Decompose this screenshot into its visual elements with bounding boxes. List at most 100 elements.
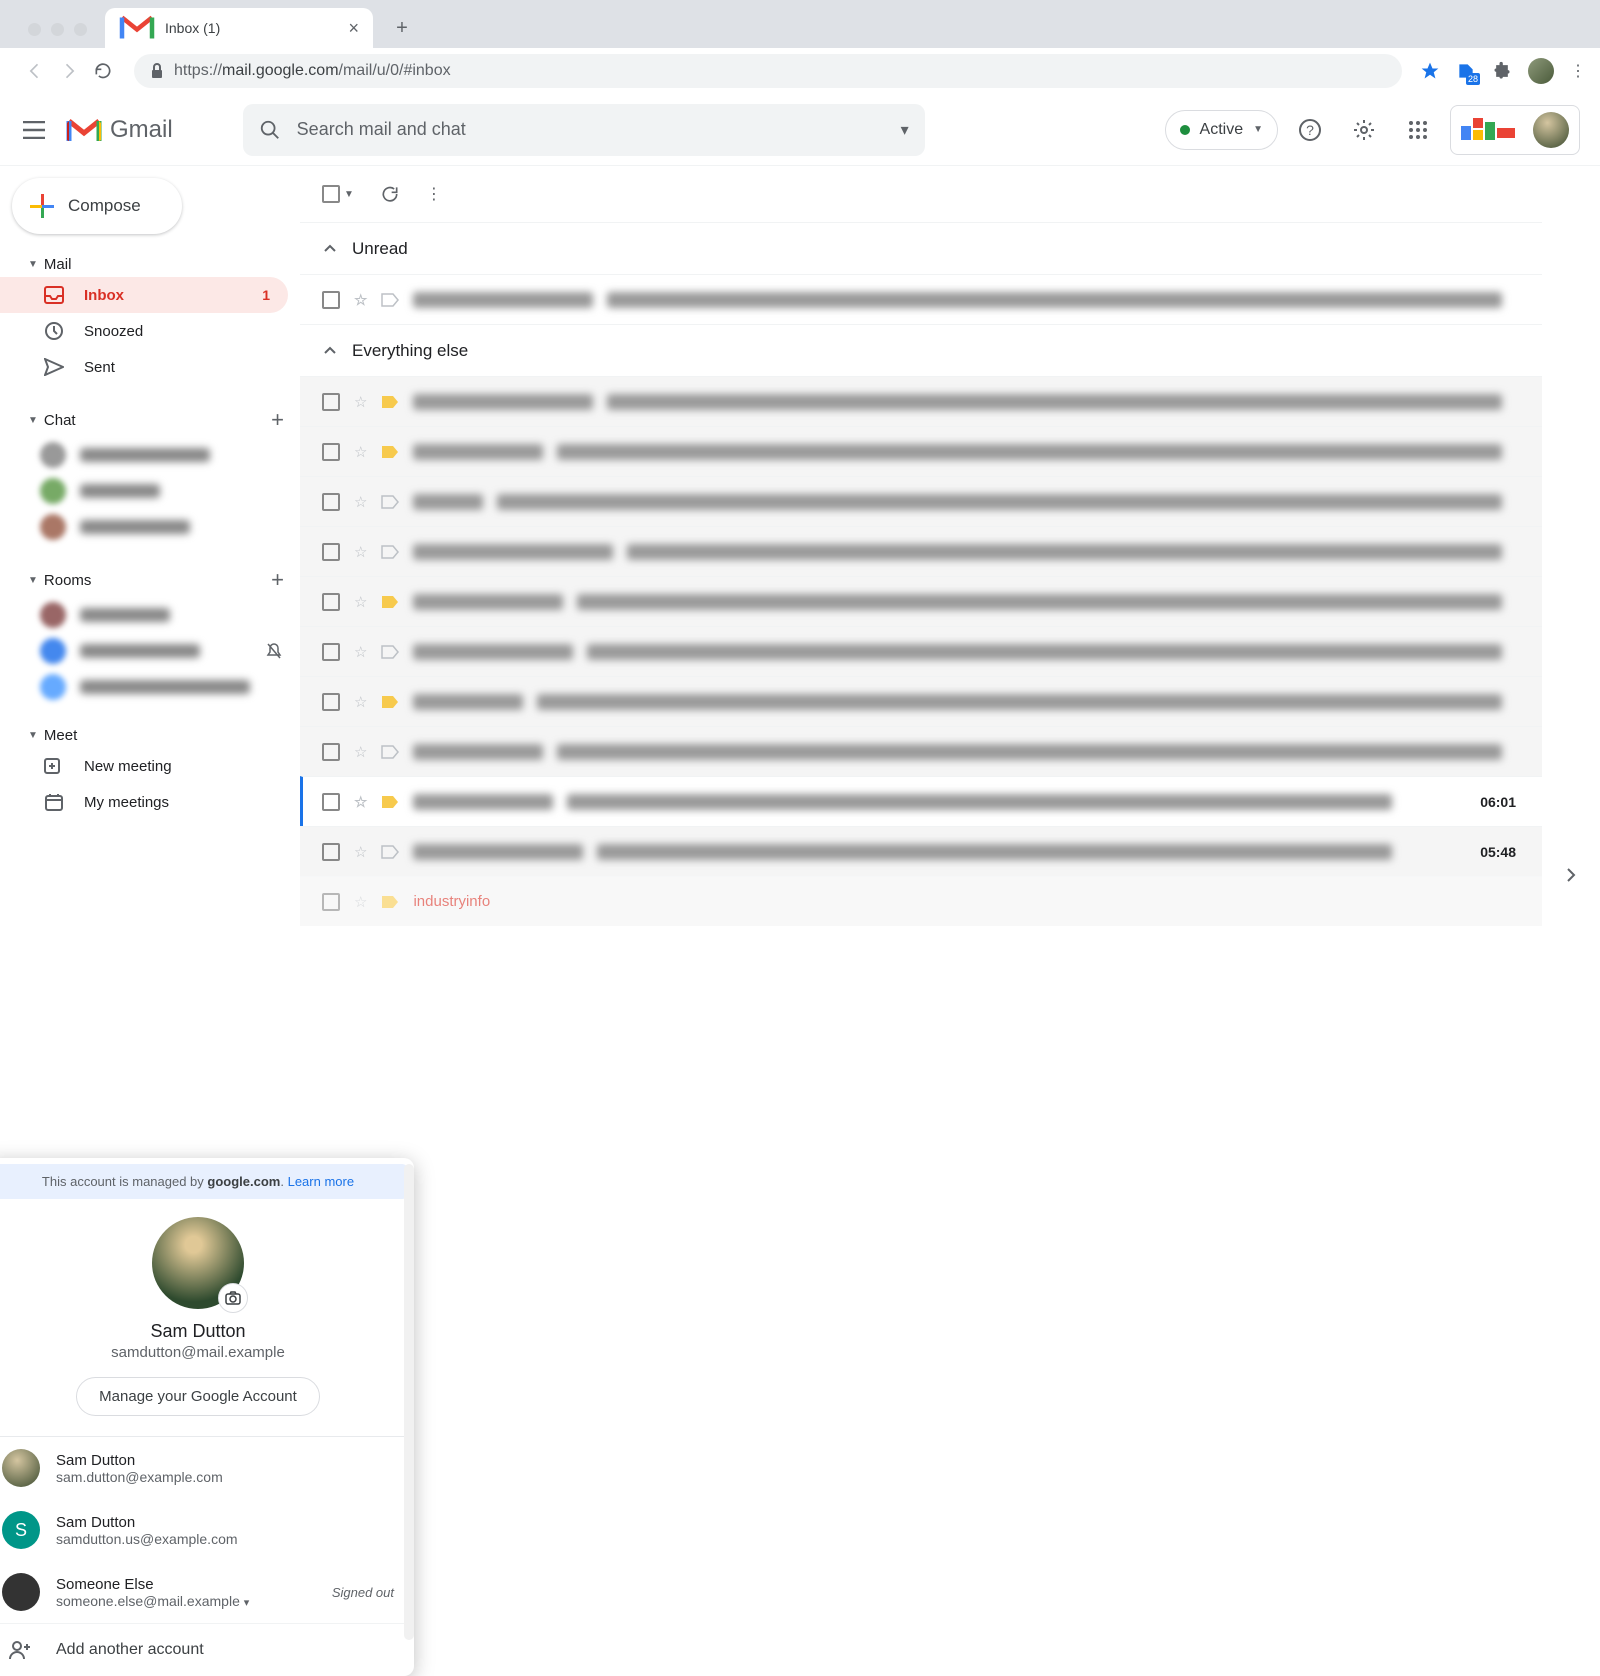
lock-icon	[150, 63, 164, 79]
settings-gear-icon[interactable]	[1342, 108, 1386, 152]
mail-row[interactable]: ☆	[300, 626, 1542, 676]
account-avatar[interactable]	[1533, 112, 1569, 148]
account-avatar-icon	[2, 1573, 40, 1611]
mail-row[interactable]: ☆06:01	[300, 776, 1542, 826]
profile-avatar[interactable]	[1528, 58, 1554, 84]
status-selector[interactable]: Active ▼	[1165, 110, 1278, 150]
extensions-puzzle-icon[interactable]	[1492, 61, 1512, 81]
tab-title: Inbox (1)	[165, 20, 220, 36]
new-tab-button[interactable]: +	[387, 13, 417, 43]
section-everything-else[interactable]: Everything else	[300, 324, 1542, 376]
select-all-checkbox[interactable]: ▼	[322, 185, 354, 203]
status-dot-icon	[1180, 125, 1190, 135]
sidebar: Compose ▼Mail Inbox 1 Snoozed Sent ▼Chat…	[0, 166, 300, 988]
sidebar-item-my-meetings[interactable]: My meetings	[0, 784, 288, 820]
add-room-icon[interactable]: +	[271, 567, 284, 593]
sidebar-item-inbox[interactable]: Inbox 1	[0, 277, 288, 313]
sidebar-item-new-meeting[interactable]: New meeting	[0, 748, 288, 784]
compose-plus-icon	[30, 194, 54, 218]
clock-icon	[44, 321, 64, 341]
change-photo-icon[interactable]	[218, 1283, 248, 1313]
management-notice: This account is managed by google.com. L…	[0, 1164, 408, 1199]
account-option[interactable]: Someone Elsesomeone.else@mail.example ▾ …	[0, 1561, 414, 1623]
compose-button[interactable]: Compose	[12, 178, 182, 234]
account-avatar-icon	[2, 1449, 40, 1487]
chat-contact[interactable]	[0, 473, 300, 509]
nav-forward-icon[interactable]	[56, 58, 82, 84]
mail-row[interactable]: ☆	[300, 274, 1542, 324]
add-account-button[interactable]: Add another account	[0, 1623, 414, 1676]
section-unread[interactable]: Unread	[300, 222, 1542, 274]
gmail-favicon	[119, 14, 155, 42]
search-options-icon[interactable]: ▾	[901, 120, 909, 140]
sidebar-item-sent[interactable]: Sent	[0, 349, 288, 385]
row-time: 05:48	[1446, 844, 1516, 860]
svg-text:?: ?	[1306, 122, 1314, 138]
gmail-header: Gmail ▾ Active ▼ ?	[0, 94, 1600, 166]
importance-icon[interactable]	[381, 293, 399, 307]
main-pane: ▼ ⋮ Unread ☆ Everything else ☆ ☆ ☆ ☆	[300, 166, 1600, 988]
chat-contact[interactable]	[0, 509, 300, 545]
room-item[interactable]	[0, 597, 300, 633]
side-panel	[1542, 166, 1600, 988]
browser-tab[interactable]: Inbox (1) ×	[105, 8, 373, 48]
more-actions-icon[interactable]: ⋮	[426, 184, 446, 204]
account-option[interactable]: Sam Duttonsam.dutton@example.com	[0, 1437, 414, 1499]
mail-row[interactable]: ☆	[300, 676, 1542, 726]
mail-row[interactable]: ☆05:48	[300, 826, 1542, 876]
account-option[interactable]: S Sam Duttonsamdutton.us@example.com	[0, 1499, 414, 1561]
list-toolbar: ▼ ⋮	[300, 166, 1542, 222]
org-switcher[interactable]	[1450, 105, 1580, 155]
org-logo-icon	[1461, 118, 1517, 142]
tab-close-icon[interactable]: ×	[348, 18, 359, 39]
mute-icon[interactable]	[266, 642, 282, 660]
chrome-menu-icon[interactable]: ⋮	[1570, 61, 1586, 81]
mail-row[interactable]: ☆	[300, 426, 1542, 476]
sidebar-section-mail[interactable]: ▼Mail	[0, 252, 300, 277]
support-icon[interactable]: ?	[1288, 108, 1332, 152]
room-item[interactable]	[0, 633, 300, 669]
gmail-logo[interactable]: Gmail	[66, 116, 173, 144]
send-icon	[44, 357, 64, 377]
inbox-icon	[44, 285, 64, 305]
popover-scrollbar[interactable]	[404, 1164, 414, 1640]
sidebar-section-meet[interactable]: ▼Meet	[0, 723, 300, 748]
search-icon	[259, 119, 281, 141]
learn-more-link[interactable]: Learn more	[288, 1174, 354, 1189]
url-field[interactable]: https://mail.google.com/mail/u/0/#inbox	[134, 54, 1402, 88]
chevron-up-icon	[322, 343, 338, 359]
room-item[interactable]	[0, 669, 300, 705]
account-avatar-icon: S	[2, 1511, 40, 1549]
mail-row[interactable]: ☆	[300, 376, 1542, 426]
star-icon[interactable]: ☆	[354, 291, 367, 309]
add-chat-icon[interactable]: +	[271, 407, 284, 433]
manage-account-button[interactable]: Manage your Google Account	[76, 1377, 320, 1416]
compose-label: Compose	[68, 196, 141, 216]
mail-row[interactable]: ☆	[300, 526, 1542, 576]
mail-row[interactable]: ☆	[300, 476, 1542, 526]
sidebar-item-snoozed[interactable]: Snoozed	[0, 313, 288, 349]
new-meeting-icon	[44, 756, 64, 776]
main-menu-icon[interactable]	[12, 108, 56, 152]
google-apps-icon[interactable]	[1396, 108, 1440, 152]
row-checkbox[interactable]	[322, 291, 340, 309]
search-input[interactable]	[297, 119, 885, 140]
chat-contact[interactable]	[0, 437, 300, 473]
extension-icon[interactable]: 28	[1456, 61, 1476, 81]
window-controls[interactable]	[28, 23, 87, 36]
row-sender: industryinfo	[413, 893, 490, 910]
sidebar-section-chat[interactable]: ▼Chat+	[0, 403, 300, 437]
refresh-icon[interactable]	[380, 184, 400, 204]
search-bar[interactable]: ▾	[243, 104, 925, 156]
account-name: Sam Dutton	[0, 1321, 414, 1342]
bookmark-star-icon[interactable]	[1420, 61, 1440, 81]
mail-row[interactable]: ☆industryinfo	[300, 876, 1542, 926]
show-side-panel-icon[interactable]	[1562, 866, 1580, 884]
account-email: samdutton@mail.example	[0, 1344, 414, 1361]
nav-reload-icon[interactable]	[90, 58, 116, 84]
mail-row[interactable]: ☆	[300, 726, 1542, 776]
sidebar-section-rooms[interactable]: ▼Rooms+	[0, 563, 300, 597]
chevron-up-icon	[322, 241, 338, 257]
nav-back-icon[interactable]	[22, 58, 48, 84]
mail-row[interactable]: ☆	[300, 576, 1542, 626]
